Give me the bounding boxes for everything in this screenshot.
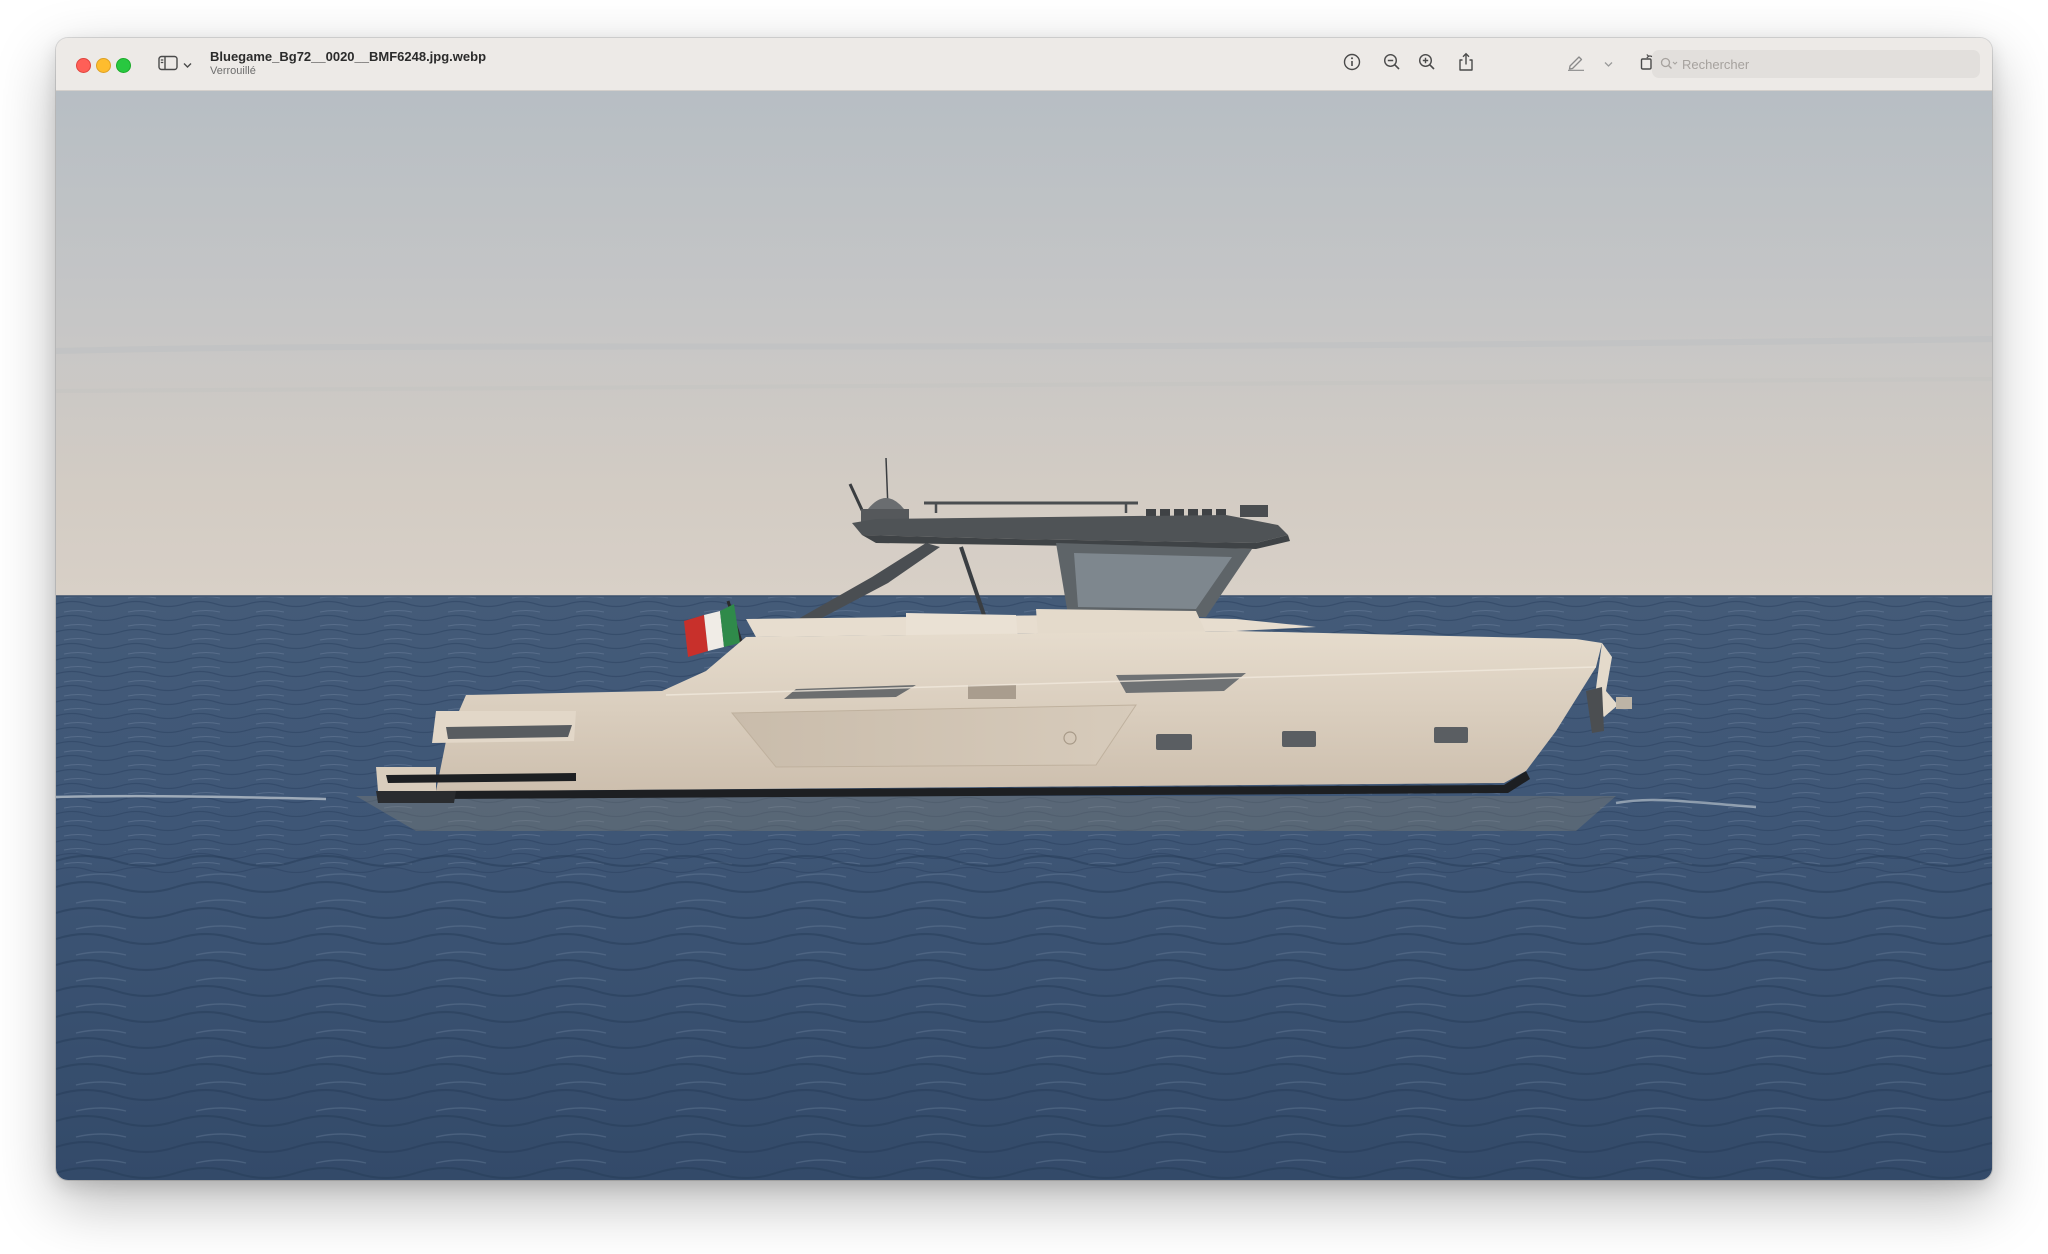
search-icon	[1660, 55, 1678, 73]
image-viewer[interactable]	[56, 91, 1992, 1180]
chevron-down-icon	[1604, 55, 1613, 73]
yacht-photo	[56, 91, 1992, 1180]
zoom-in-icon	[1418, 53, 1436, 76]
minimize-window-button[interactable]	[96, 58, 111, 73]
document-title-block[interactable]: Bluegame_Bg72__0020__BMF6248.jpg.webp Ve…	[210, 49, 486, 78]
zoom-out-icon	[1383, 53, 1401, 76]
markup-pen-icon	[1566, 53, 1586, 76]
preview-window: Bluegame_Bg72__0020__BMF6248.jpg.webp Ve…	[56, 38, 1992, 1180]
info-icon	[1343, 53, 1361, 76]
document-status: Verrouillé	[210, 65, 256, 77]
document-title: Bluegame_Bg72__0020__BMF6248.jpg.webp	[210, 49, 487, 64]
sidebar-icon	[158, 55, 178, 76]
info-button[interactable]	[1340, 52, 1364, 76]
search-input[interactable]	[1682, 56, 1972, 72]
share-icon	[1457, 52, 1475, 77]
markup-menu-button[interactable]	[1600, 52, 1616, 76]
fullscreen-window-button[interactable]	[116, 58, 131, 73]
sidebar-toggle-button[interactable]	[158, 55, 198, 75]
chevron-down-icon	[183, 56, 192, 74]
share-button[interactable]	[1454, 52, 1478, 76]
search-field[interactable]	[1652, 50, 1980, 78]
markup-button[interactable]	[1564, 52, 1588, 76]
zoom-in-button[interactable]	[1415, 52, 1439, 76]
title-bar[interactable]: Bluegame_Bg72__0020__BMF6248.jpg.webp Ve…	[56, 38, 1992, 91]
zoom-out-button[interactable]	[1380, 52, 1404, 76]
close-window-button[interactable]	[76, 58, 91, 73]
